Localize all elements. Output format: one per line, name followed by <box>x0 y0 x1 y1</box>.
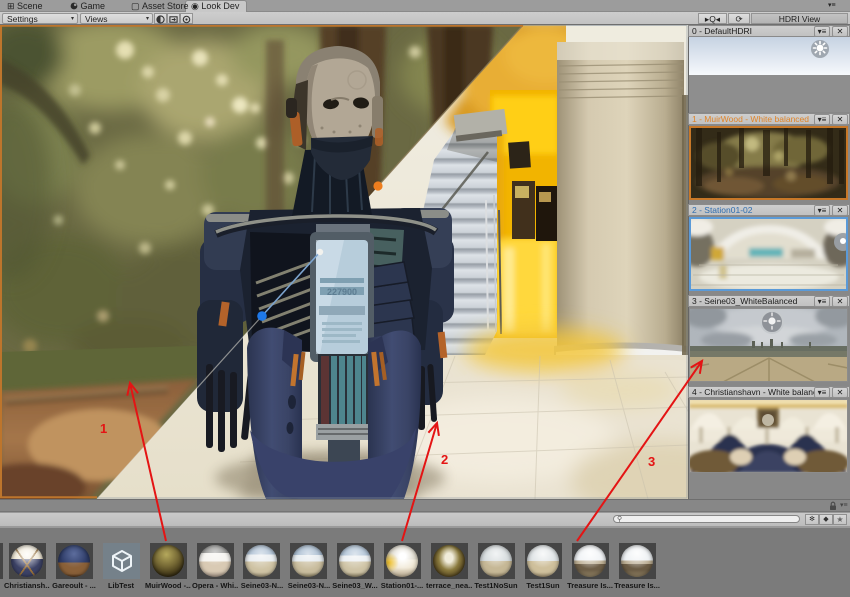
svg-text:227900: 227900 <box>327 287 357 297</box>
